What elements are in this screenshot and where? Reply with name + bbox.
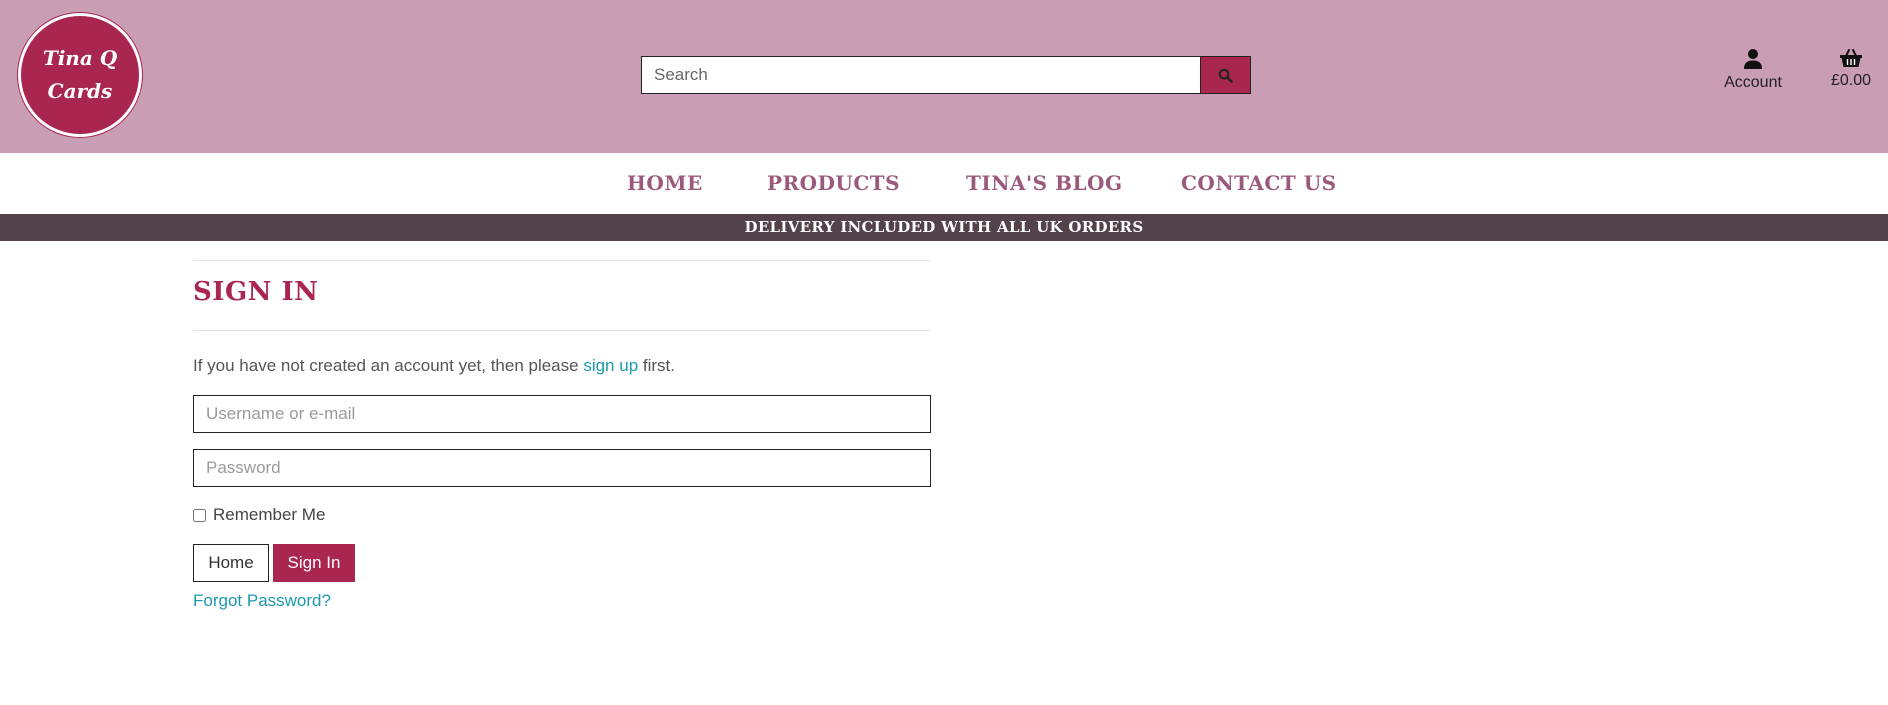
search-bar <box>641 56 1251 94</box>
forgot-password-link[interactable]: Forgot Password? <box>193 591 331 611</box>
main-nav: HOME PRODUCTS TINA'S BLOG CONTACT US <box>0 153 1888 214</box>
basket-icon <box>1840 49 1862 67</box>
page-title: SIGN IN <box>193 277 319 307</box>
cart-total: £0.00 <box>1830 72 1872 89</box>
password-field[interactable] <box>193 449 931 487</box>
sign-up-link[interactable]: sign up <box>583 356 638 375</box>
logo[interactable]: Tina Q Cards <box>18 13 142 137</box>
remember-me-checkbox[interactable] <box>193 508 206 522</box>
nav-item-home[interactable]: HOME <box>627 171 703 195</box>
sign-in-button[interactable]: Sign In <box>273 544 355 582</box>
signup-prompt-prefix: If you have not created an account yet, … <box>193 356 584 375</box>
logo-line-2: Cards <box>47 79 113 103</box>
divider-top <box>193 260 931 261</box>
nav-item-blog[interactable]: TINA'S BLOG <box>966 171 1123 195</box>
remember-me[interactable]: Remember Me <box>193 505 325 525</box>
account-label: Account <box>1724 74 1782 91</box>
search-button[interactable] <box>1201 56 1251 94</box>
search-icon <box>1218 68 1233 83</box>
logo-line-1: Tina Q <box>42 46 118 70</box>
delivery-banner: DELIVERY INCLUDED WITH ALL UK ORDERS <box>0 214 1888 241</box>
nav-item-contact[interactable]: CONTACT US <box>1181 171 1337 195</box>
nav-item-products[interactable]: PRODUCTS <box>767 171 900 195</box>
logo-text: Tina Q Cards <box>30 42 130 108</box>
remember-me-label: Remember Me <box>213 505 326 524</box>
search-input[interactable] <box>641 56 1202 94</box>
user-icon <box>1744 49 1762 69</box>
account-link[interactable]: Account <box>1716 48 1790 92</box>
home-button[interactable]: Home <box>193 544 269 582</box>
delivery-banner-text: DELIVERY INCLUDED WITH ALL UK ORDERS <box>744 218 1144 236</box>
divider-bottom <box>193 330 931 331</box>
username-field[interactable] <box>193 395 931 433</box>
site-header: Tina Q Cards Account £0.00 <box>0 0 1888 153</box>
signup-prompt-suffix: first. <box>638 356 675 375</box>
cart-link[interactable]: £0.00 <box>1826 48 1876 90</box>
signup-prompt: If you have not created an account yet, … <box>193 356 675 376</box>
